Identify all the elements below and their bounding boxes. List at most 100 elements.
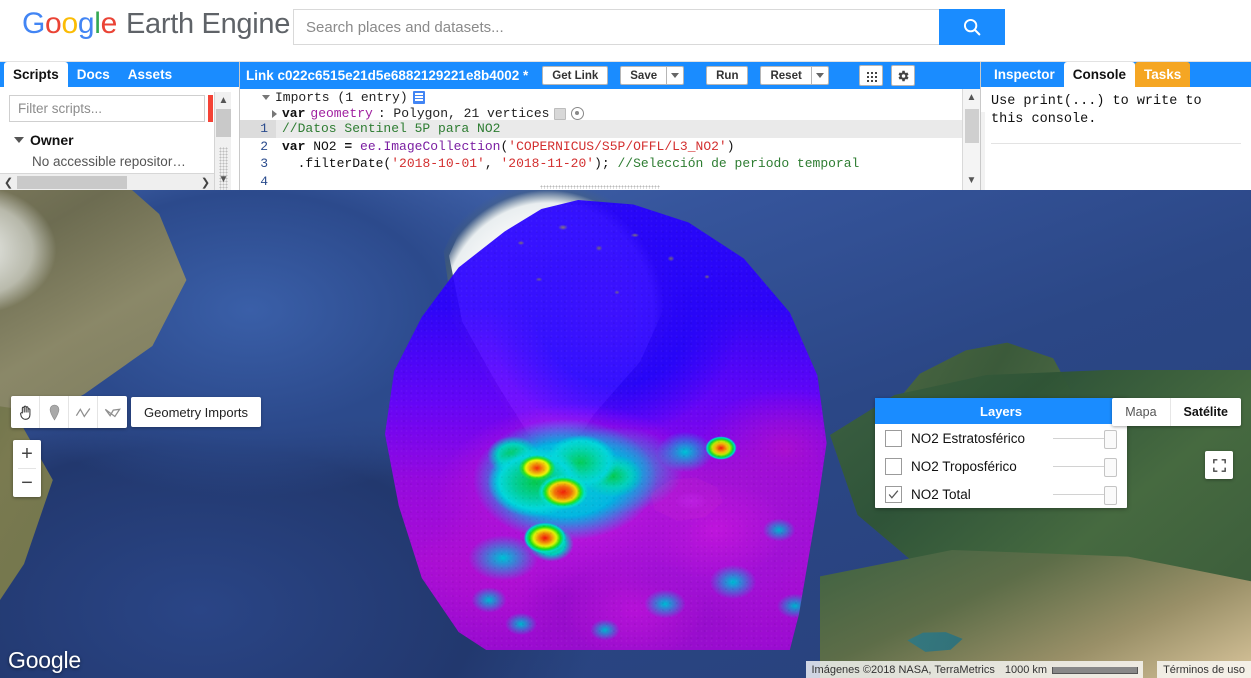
layer-checkbox-stratospheric[interactable] [885,429,902,447]
filter-scripts-input[interactable] [9,95,205,122]
layer-checkbox-total[interactable] [885,485,902,503]
tab-console[interactable]: Console [1063,62,1136,87]
scroll-up-icon[interactable]: ▲ [215,92,232,108]
imports-section: Imports (1 entry) var geometry : Polygon… [240,89,963,121]
map-type-satelite[interactable]: Satélite [1171,398,1241,426]
code-token: //Selección de periodo temporal [617,156,860,171]
polygon-tool[interactable] [98,396,127,428]
tab-docs[interactable]: Docs [68,62,119,87]
hscroll-thumb[interactable] [17,175,127,189]
imports-entry-row[interactable]: var geometry : Polygon, 21 vertices [272,106,585,121]
layer-checkbox-tropospheric[interactable] [885,457,902,475]
scripts-body: Owner No accessible repositor… ▲ ▼ ❮ ❯ [0,87,240,205]
scripts-vertical-scrollbar[interactable]: ▲ ▼ [214,92,231,205]
run-button[interactable]: Run [706,66,749,85]
product-name: Earth Engine [125,8,291,40]
tab-tasks[interactable]: Tasks [1135,62,1191,87]
apps-grid-button[interactable] [858,65,883,86]
tab-scripts[interactable]: Scripts [4,62,68,87]
search-input[interactable] [293,9,939,45]
canadian-arctic-ice [0,190,120,370]
code-token: '2018-10-01' [391,156,485,171]
scale-bar-icon [1052,667,1139,674]
line-number: 2 [260,138,268,154]
no-repository-label: No accessible repositor… [32,154,186,169]
chevron-down-icon [815,73,824,78]
line-path-icon [75,407,90,418]
layer-row-tropospheric[interactable]: NO2 Troposférico [875,452,1127,480]
search-button[interactable] [939,9,1005,45]
list-lines-icon[interactable] [412,91,425,104]
scale-label: 1000 km [1004,663,1048,676]
console-panel: Inspector Console Tasks Use print(...) t… [981,62,1251,215]
slider-thumb[interactable] [1104,429,1117,449]
zoom-out-button[interactable]: − [13,469,41,497]
code-scroll-down-icon[interactable]: ▼ [963,172,980,188]
code-lines[interactable]: 1 //Datos Sentinel 5P para NO2 2 var NO2 = … [240,120,963,190]
hscroll-track[interactable] [17,175,197,190]
map-canvas[interactable]: Geometry Imports + − Layers NO2 Estratos… [0,190,1251,678]
slider-track [1053,437,1109,439]
code-line[interactable]: 2 var NO2 = ee.ImageCollection('COPERNICU… [240,138,963,156]
brand-logo: Google Earth Engine [22,7,290,41]
layer-label-total: NO2 Total [911,486,971,502]
scroll-right-icon[interactable]: ❯ [197,176,214,189]
save-dropdown-button[interactable] [667,66,685,85]
slider-thumb[interactable] [1104,457,1117,477]
terms-of-use-link[interactable]: Términos de uso [1157,661,1251,678]
geometry-imports-button[interactable]: Geometry Imports [131,397,262,427]
tab-inspector[interactable]: Inspector [985,62,1064,87]
top-bar: Google Earth Engine [0,0,1251,62]
layer-row-stratospheric[interactable]: NO2 Estratosférico [875,424,1127,452]
reset-button[interactable]: Reset [760,66,812,85]
imports-header-row[interactable]: Imports (1 entry) [262,90,425,105]
layer-row-total[interactable]: NO2 Total [875,480,1127,508]
console-body: Use print(...) to write to this console. [981,87,1251,215]
console-divider [991,143,1241,144]
slider-thumb[interactable] [1104,485,1117,505]
import-description: : Polygon, 21 vertices [377,106,550,121]
chevron-down-icon[interactable] [262,95,270,100]
logo-letter-o2: o [61,7,78,40]
scale-indicator: 1000 km [999,661,1144,678]
scroll-left-icon[interactable]: ❮ [0,176,17,189]
polygon-shape-icon [104,408,121,417]
scripts-horizontal-scrollbar[interactable]: ❮ ❯ [0,173,214,190]
tab-assets[interactable]: Assets [119,62,181,87]
line-tool[interactable] [69,396,98,428]
save-button[interactable]: Save [620,66,668,85]
code-line[interactable]: 3 .filterDate('2018-10-01', '2018-11-20'… [240,155,963,173]
fullscreen-button[interactable] [1205,451,1233,479]
code-token: '2018-11-20' [500,156,595,171]
code-scrollbar-thumb[interactable] [965,109,979,143]
settings-button[interactable] [890,65,915,86]
chevron-right-icon[interactable] [272,109,277,118]
layer-opacity-slider-total[interactable] [1053,485,1117,505]
map-type-mapa[interactable]: Mapa [1112,398,1171,426]
code-line[interactable]: 1 //Datos Sentinel 5P para NO2 [240,120,963,138]
zoom-in-button[interactable]: + [13,440,41,468]
tree-group-owner[interactable]: Owner [14,132,74,148]
code-scroll-up-icon[interactable]: ▲ [963,89,980,105]
zoom-controls: + − [13,440,41,497]
layer-opacity-slider-tropospheric[interactable] [1053,457,1117,477]
unsaved-indicator [208,95,213,122]
marker-tool[interactable] [40,396,69,428]
layer-opacity-slider-stratospheric[interactable] [1053,429,1117,449]
code-token: ee.ImageCollection [360,138,501,154]
logo-letter-g2: g [77,7,95,40]
code-text: var NO2 = ee.ImageCollection('COPERNICUS… [276,138,735,156]
settings-small-icon[interactable] [554,107,567,120]
code-token: 'COPERNICUS/S5P/OFFL/L3_NO2' [508,138,727,154]
target-circle-icon[interactable] [571,107,585,120]
slider-track [1053,493,1109,495]
pan-hand-tool[interactable] [11,396,40,428]
layer-label-stratospheric: NO2 Estratosférico [911,430,1026,446]
code-vertical-scrollbar[interactable]: ▲ ▼ [962,89,980,190]
scrollbar-thumb[interactable] [216,109,231,137]
reset-dropdown-button[interactable] [811,66,829,85]
get-link-button[interactable]: Get Link [542,66,609,85]
code-token: , [484,156,501,171]
code-horizontal-scroll-grip[interactable] [540,185,660,189]
scroll-down-icon[interactable]: ▼ [215,171,232,187]
